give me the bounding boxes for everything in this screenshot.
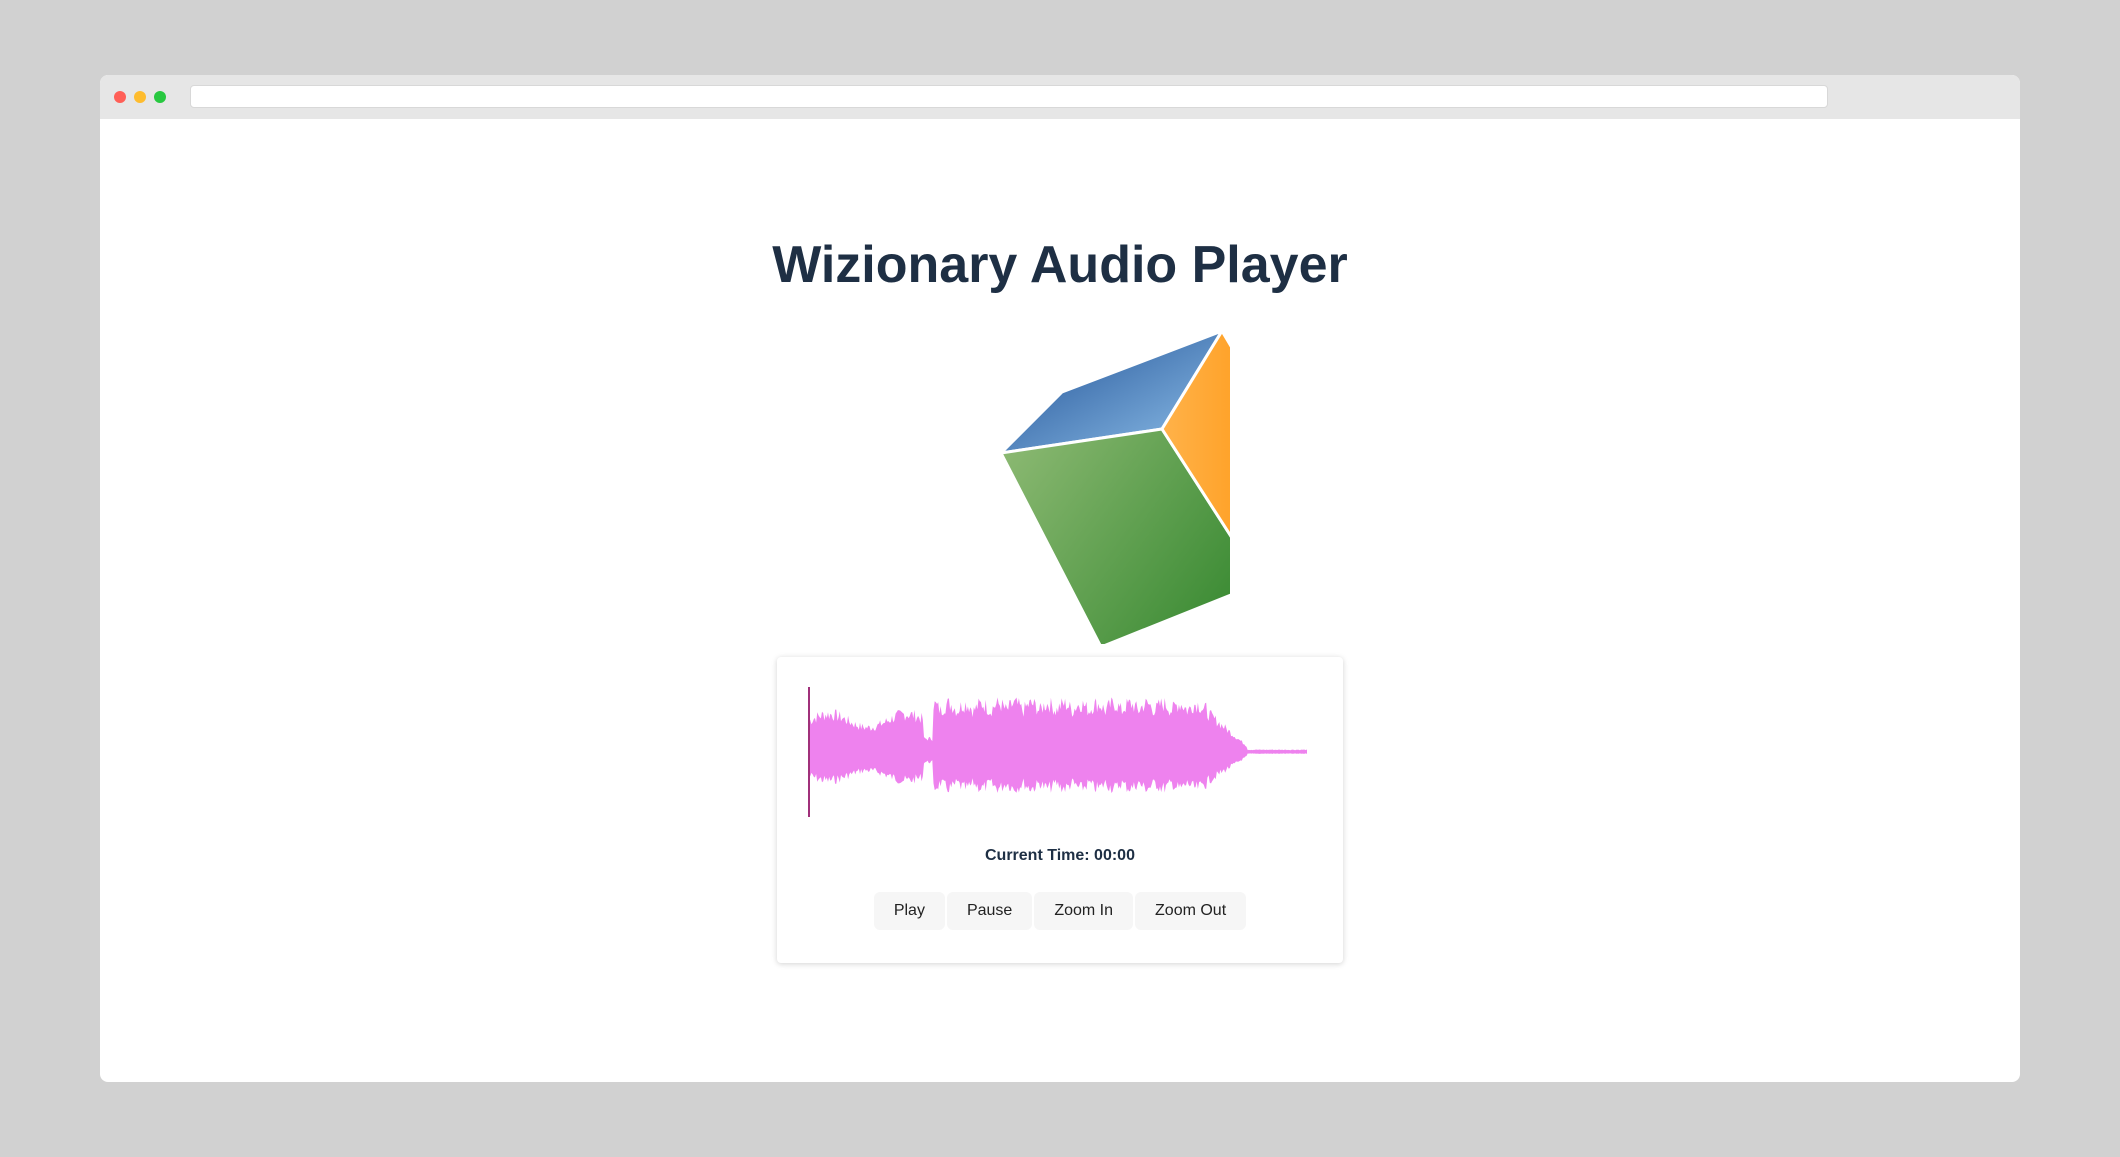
maximize-window-icon[interactable] — [154, 91, 166, 103]
play-button[interactable]: Play — [873, 892, 945, 930]
page-title: Wizionary Audio Player — [772, 236, 1348, 294]
cube-logo-icon — [996, 328, 1230, 644]
pause-button[interactable]: Pause — [946, 892, 1033, 930]
address-bar[interactable] — [190, 85, 1828, 108]
browser-window: Wizionary Audio Player Current Time: 00:… — [100, 75, 2020, 1082]
minimize-window-icon[interactable] — [134, 91, 146, 103]
close-window-icon[interactable] — [114, 91, 126, 103]
player-controls: Play Pause Zoom In Zoom Out — [777, 892, 1343, 930]
browser-titlebar — [100, 75, 2020, 119]
current-time-display: Current Time: 00:00 — [985, 847, 1135, 864]
zoom-in-button[interactable]: Zoom In — [1034, 892, 1134, 930]
audio-player-card: Current Time: 00:00 Play Pause Zoom In Z… — [777, 657, 1343, 963]
audio-waveform[interactable] — [807, 687, 1313, 817]
zoom-out-button[interactable]: Zoom Out — [1135, 892, 1247, 930]
waveform-shape — [809, 697, 1307, 793]
